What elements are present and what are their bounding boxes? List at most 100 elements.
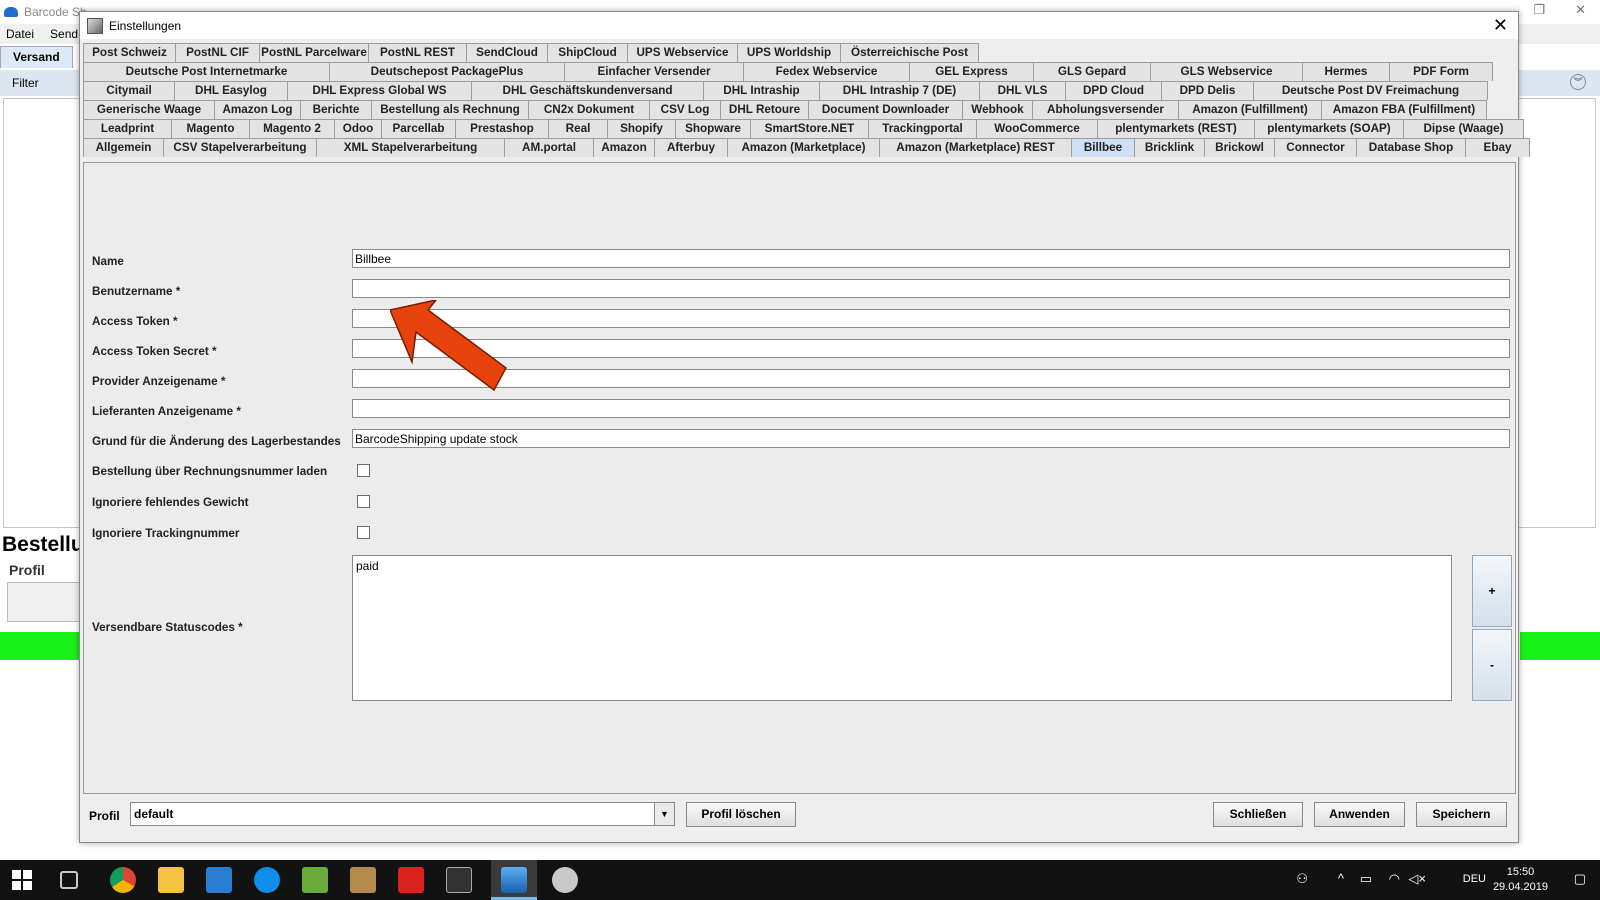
- tab-amazon-marketplace[interactable]: Amazon (Marketplace): [727, 138, 880, 157]
- tab-real[interactable]: Real: [548, 119, 608, 138]
- tab-dhl-vls[interactable]: DHL VLS: [979, 81, 1066, 100]
- tab-citymail[interactable]: Citymail: [83, 81, 175, 100]
- tab-woocommerce[interactable]: WooCommerce: [976, 119, 1098, 138]
- pdf-reader-icon[interactable]: [398, 867, 424, 893]
- tab-prestashop[interactable]: Prestashop: [455, 119, 549, 138]
- tab-odoo[interactable]: Odoo: [334, 119, 382, 138]
- menu-send[interactable]: Send: [50, 27, 78, 41]
- tab-dhl-easylog[interactable]: DHL Easylog: [174, 81, 288, 100]
- vscode-icon[interactable]: [206, 867, 232, 893]
- tab-document-downloader[interactable]: Document Downloader: [808, 100, 963, 119]
- chrome-icon[interactable]: [110, 867, 136, 893]
- volume-muted-icon[interactable]: ◁×: [1408, 871, 1426, 887]
- benutzername-field[interactable]: [352, 279, 1510, 298]
- lieferanten-anzeigename-field[interactable]: [352, 399, 1510, 418]
- name-field[interactable]: [352, 249, 1510, 268]
- tab-dhl-intraship[interactable]: DHL Intraship: [703, 81, 820, 100]
- collapse-chevron-icon[interactable]: ︾: [1570, 74, 1586, 90]
- tab-afterbuy[interactable]: Afterbuy: [654, 138, 728, 157]
- rechnungsnummer-checkbox[interactable]: [357, 464, 370, 477]
- tab-einfacher-versender[interactable]: Einfacher Versender: [564, 62, 744, 81]
- tab-billbee[interactable]: Billbee: [1071, 138, 1135, 157]
- package-icon[interactable]: [350, 867, 376, 893]
- tab-postnl-parcelware[interactable]: PostNL Parcelware: [259, 43, 369, 62]
- tab-plentymarkets-soap[interactable]: plentymarkets (SOAP): [1254, 119, 1404, 138]
- profil-box[interactable]: [7, 582, 81, 622]
- tab-dipse-waage[interactable]: Dipse (Waage): [1403, 119, 1524, 138]
- access-token-field[interactable]: [352, 309, 1510, 328]
- delete-profile-button[interactable]: Profil löschen: [686, 802, 796, 827]
- tab-amazon-fba-fulfillment[interactable]: Amazon FBA (Fulfillment): [1321, 100, 1487, 119]
- tab-csv-stapelverarbeitung[interactable]: CSV Stapelverarbeitung: [163, 138, 317, 157]
- tab-bestellung-als-rechnung[interactable]: Bestellung als Rechnung: [371, 100, 529, 119]
- dropdown-arrow-icon[interactable]: ▼: [654, 803, 674, 825]
- people-icon[interactable]: ⚇: [1296, 871, 1308, 887]
- tab-leadprint[interactable]: Leadprint: [83, 119, 172, 138]
- tab-generische-waage[interactable]: Generische Waage: [83, 100, 215, 119]
- tab-plentymarkets-rest[interactable]: plentymarkets (REST): [1097, 119, 1255, 138]
- tab-pdf-form[interactable]: PDF Form: [1389, 62, 1493, 81]
- provider-anzeigename-field[interactable]: [352, 369, 1510, 388]
- tab-deutsche-post-internetmarke[interactable]: Deutsche Post Internetmarke: [83, 62, 330, 81]
- close-icon[interactable]: ✕: [1493, 15, 1508, 35]
- tab-webhook[interactable]: Webhook: [962, 100, 1033, 119]
- tab-amazon[interactable]: Amazon: [593, 138, 655, 157]
- java-settings-icon[interactable]: [552, 867, 578, 893]
- tab-shipcloud[interactable]: ShipCloud: [547, 43, 628, 62]
- grund-field[interactable]: [352, 429, 1510, 448]
- tab-post-schweiz[interactable]: Post Schweiz: [83, 43, 176, 62]
- tab-abholungsversender[interactable]: Abholungsversender: [1032, 100, 1179, 119]
- tab-dpd-cloud[interactable]: DPD Cloud: [1065, 81, 1162, 100]
- remove-statuscode-button[interactable]: -: [1472, 629, 1512, 701]
- apply-button[interactable]: Anwenden: [1314, 802, 1405, 827]
- close-button[interactable]: Schließen: [1213, 802, 1303, 827]
- tracking-checkbox[interactable]: [357, 526, 370, 539]
- tab-gls-gepard[interactable]: GLS Gepard: [1033, 62, 1151, 81]
- tab-deutschepost-packageplus[interactable]: Deutschepost PackagePlus: [329, 62, 565, 81]
- tab-postnl-rest[interactable]: PostNL REST: [368, 43, 467, 62]
- tab-magento-2[interactable]: Magento 2: [249, 119, 335, 138]
- tab-amazon-fulfillment[interactable]: Amazon (Fulfillment): [1178, 100, 1322, 119]
- tab-ups-worldship[interactable]: UPS Worldship: [737, 43, 841, 62]
- tab-database-shop[interactable]: Database Shop: [1356, 138, 1466, 157]
- tab-sendcloud[interactable]: SendCloud: [466, 43, 548, 62]
- tab-gel-express[interactable]: GEL Express: [909, 62, 1034, 81]
- tab-dhl-express-global-ws[interactable]: DHL Express Global WS: [287, 81, 472, 100]
- tab-cn2x-dokument[interactable]: CN2x Dokument: [528, 100, 650, 119]
- barcode-shipping-icon[interactable]: [501, 867, 527, 893]
- statuscodes-list[interactable]: paid: [352, 555, 1452, 701]
- task-view-icon[interactable]: [60, 871, 78, 889]
- tab-magento[interactable]: Magento: [171, 119, 250, 138]
- tab-versand[interactable]: Versand: [0, 46, 73, 68]
- save-button[interactable]: Speichern: [1416, 802, 1507, 827]
- tab-shopify[interactable]: Shopify: [607, 119, 676, 138]
- menu-datei[interactable]: Datei: [6, 27, 34, 41]
- notifications-icon[interactable]: ▢: [1574, 871, 1586, 887]
- terminal-icon[interactable]: [446, 867, 472, 893]
- tab-am-portal[interactable]: AM.portal: [504, 138, 594, 157]
- tab-gls-webservice[interactable]: GLS Webservice: [1150, 62, 1303, 81]
- tab-amazon-log[interactable]: Amazon Log: [214, 100, 301, 119]
- tab-fedex-webservice[interactable]: Fedex Webservice: [743, 62, 910, 81]
- tab-deutsche-post-dv-freimachung[interactable]: Deutsche Post DV Freimachung: [1253, 81, 1488, 100]
- restore-icon[interactable]: ❐: [1533, 2, 1545, 18]
- tab-csv-log[interactable]: CSV Log: [649, 100, 721, 119]
- list-item[interactable]: paid: [356, 559, 1448, 573]
- chevron-up-icon[interactable]: ^: [1338, 871, 1344, 886]
- language-indicator[interactable]: DEU: [1463, 873, 1486, 885]
- editor-icon[interactable]: [302, 867, 328, 893]
- tab-connector[interactable]: Connector: [1274, 138, 1357, 157]
- tab-xml-stapelverarbeitung[interactable]: XML Stapelverarbeitung: [316, 138, 505, 157]
- battery-icon[interactable]: ▭: [1360, 871, 1372, 887]
- tab-dpd-delis[interactable]: DPD Delis: [1161, 81, 1254, 100]
- tab-shopware[interactable]: Shopware: [675, 119, 751, 138]
- tab-dhl-geschäftskundenversand[interactable]: DHL Geschäftskundenversand: [471, 81, 704, 100]
- tab-ups-webservice[interactable]: UPS Webservice: [627, 43, 738, 62]
- tab-hermes[interactable]: Hermes: [1302, 62, 1390, 81]
- tab-berichte[interactable]: Berichte: [300, 100, 372, 119]
- tab-trackingportal[interactable]: Trackingportal: [868, 119, 977, 138]
- tab-brickowl[interactable]: Brickowl: [1204, 138, 1275, 157]
- tab-postnl-cif[interactable]: PostNL CIF: [175, 43, 260, 62]
- tab-bricklink[interactable]: Bricklink: [1134, 138, 1205, 157]
- add-statuscode-button[interactable]: +: [1472, 555, 1512, 627]
